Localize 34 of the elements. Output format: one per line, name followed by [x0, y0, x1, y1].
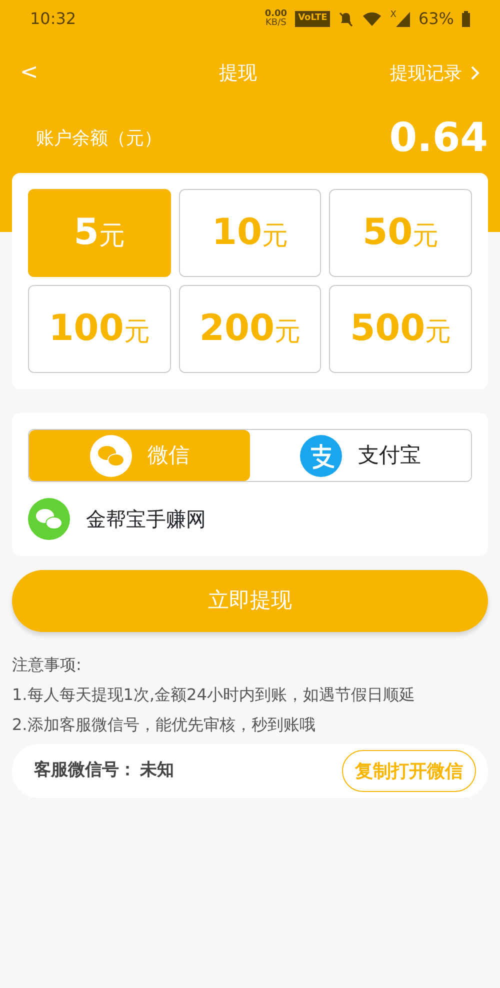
withdraw-button[interactable]: 立即提现 — [12, 570, 488, 632]
payment-tab[interactable]: 微信 — [29, 430, 250, 481]
net-speed-unit: KB/S — [266, 19, 286, 28]
payment-logo-icon — [300, 434, 342, 476]
chat-bubbles-icon — [90, 434, 132, 476]
wifi-icon — [362, 11, 382, 27]
amount-option[interactable]: 100元 — [28, 285, 171, 373]
volte-badge: VoLTE — [295, 11, 330, 27]
status-time: 10:32 — [30, 8, 76, 30]
copy-button[interactable]: 复制打开微信 — [342, 750, 476, 792]
signal-mark: X — [390, 11, 396, 20]
amount-option[interactable]: 200元 — [178, 285, 322, 373]
service-label: 客服微信号： — [34, 759, 136, 782]
notes-title: 注意事项: — [12, 654, 82, 676]
amount-option[interactable]: 5元 — [28, 189, 171, 277]
note-text: 1.每人每天提现1次,金额24小时内到账，如遇节假日顺延 — [12, 684, 416, 706]
history-link[interactable]: 提现记录 — [390, 60, 480, 86]
chat-bubbles-icon — [28, 498, 70, 540]
battery-icon — [462, 11, 470, 27]
amount-option[interactable]: 500元 — [329, 285, 472, 373]
battery-level: 63% — [418, 8, 454, 30]
amount-option[interactable]: 10元 — [178, 189, 322, 277]
service-value: 未知 — [140, 759, 174, 782]
amount-option[interactable]: 50元 — [329, 189, 472, 277]
mute-bell-icon — [338, 11, 354, 27]
chevron-right-icon — [470, 65, 480, 81]
net-speed: 0.00 — [264, 10, 288, 19]
balance-amount: 0.64 — [389, 114, 488, 163]
account-name: 金帮宝手赚网 — [86, 506, 206, 533]
page-title: 提现 — [219, 60, 258, 86]
back-button[interactable]: < — [20, 56, 38, 90]
signal-icon — [396, 11, 410, 27]
balance-label: 账户余额（元） — [36, 126, 162, 150]
note-text: 2.添加客服微信号，能优先审核，秒到账哦 — [12, 714, 316, 736]
